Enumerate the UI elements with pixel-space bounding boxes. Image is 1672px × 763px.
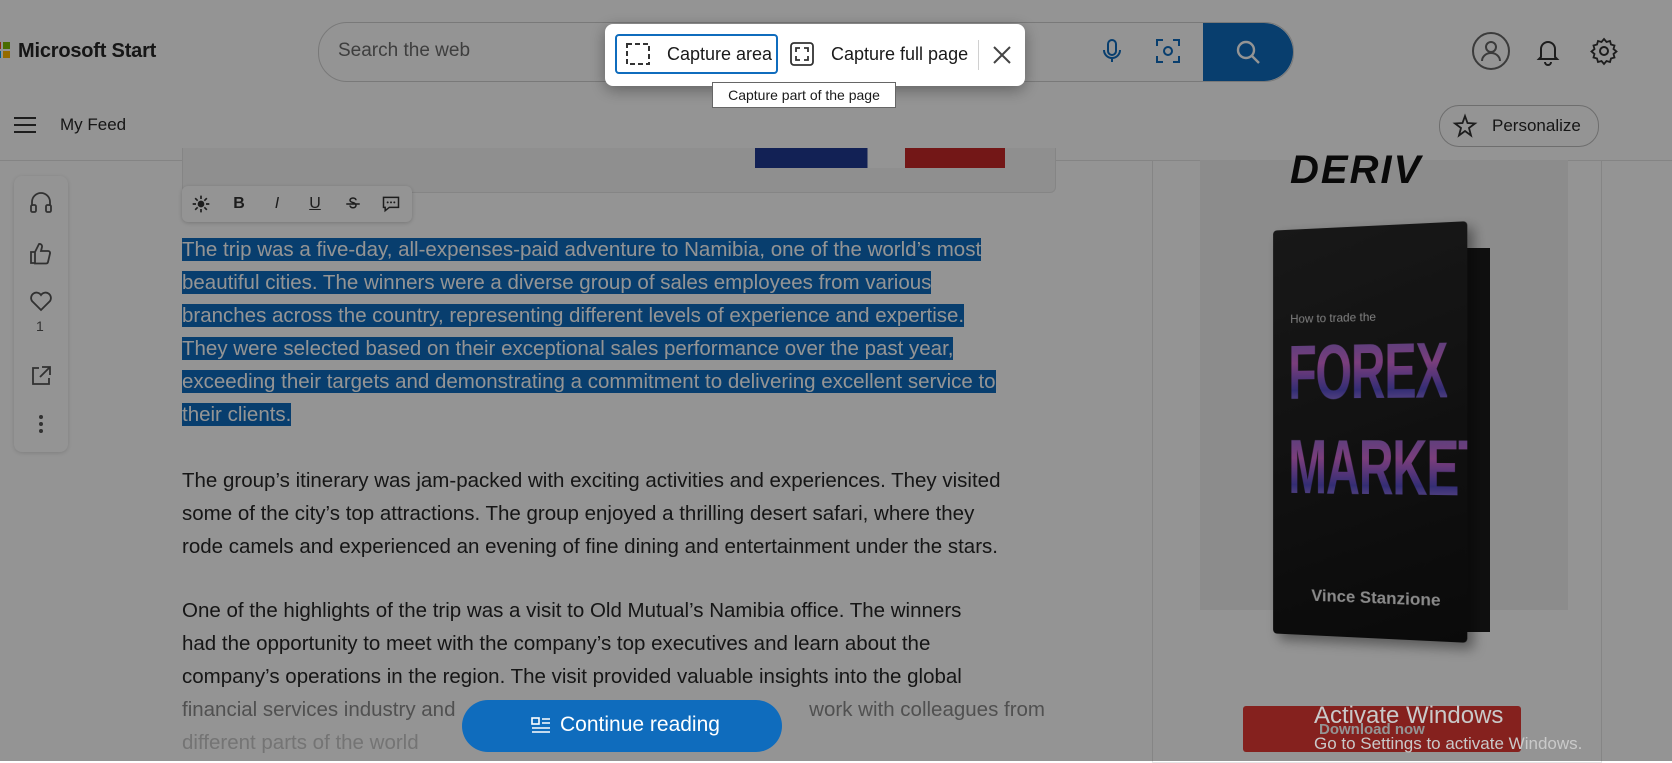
screen-capture-dim-overlay[interactable] [0, 0, 1672, 761]
capture-area-button[interactable]: Capture area [615, 34, 778, 74]
screen-capture-toolbar: Capture area Capture full page [605, 24, 1025, 86]
capture-full-page-icon [789, 41, 815, 67]
close-icon[interactable] [987, 40, 1017, 70]
continue-reading-button[interactable]: Continue reading [462, 700, 782, 752]
capture-tooltip: Capture part of the page [712, 82, 896, 108]
capture-full-page-button[interactable]: Capture full page [781, 34, 975, 74]
activate-windows-subtitle: Go to Settings to activate Windows. [1314, 734, 1582, 754]
reader-icon [530, 715, 552, 737]
capture-area-icon [624, 41, 652, 67]
activate-windows-title: Activate Windows [1314, 702, 1503, 730]
toolbar-divider [978, 40, 979, 70]
capture-full-page-label: Capture full page [831, 44, 968, 65]
capture-area-label: Capture area [667, 44, 772, 65]
continue-reading-label: Continue reading [560, 713, 720, 737]
